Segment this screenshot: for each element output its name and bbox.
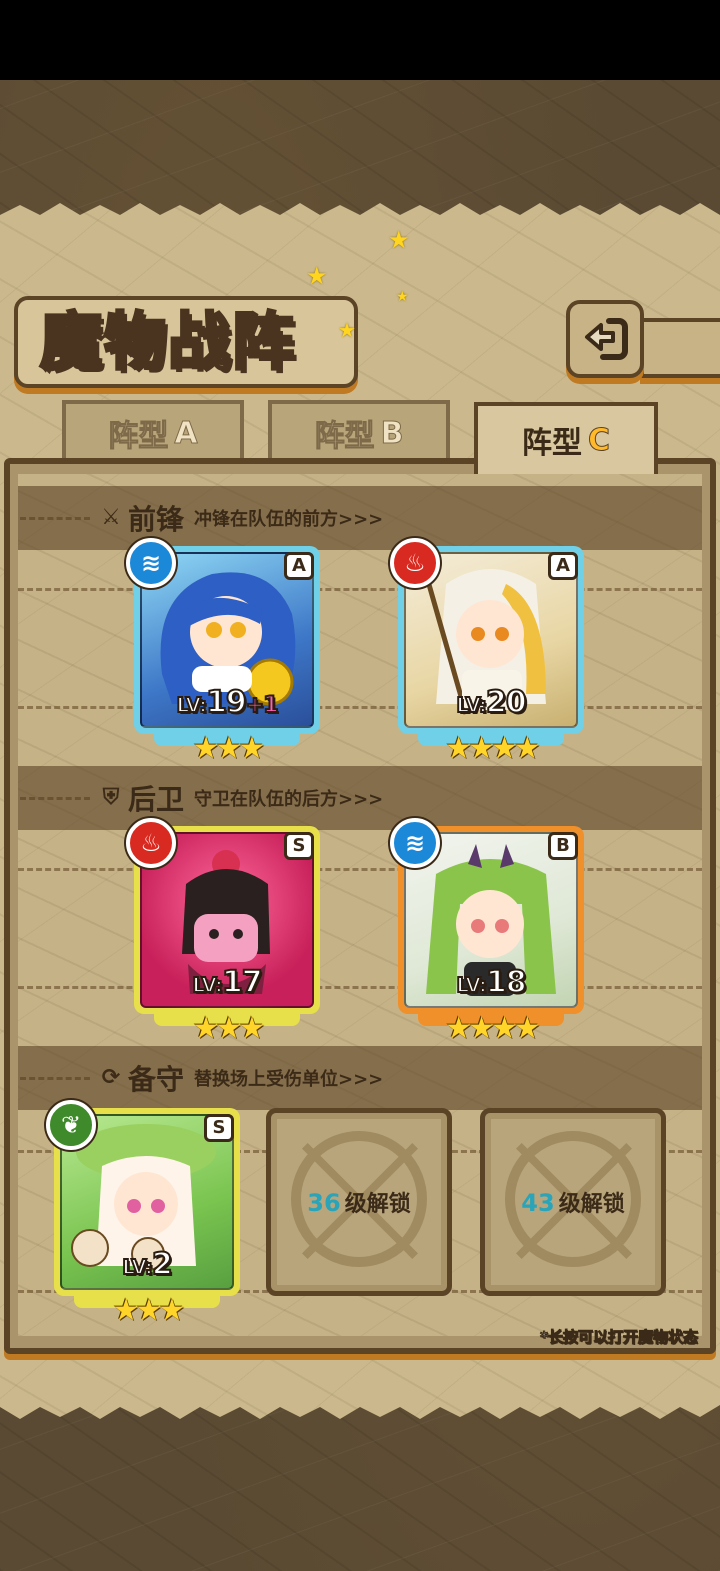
back-button-tail: [640, 318, 720, 378]
monster-level: LV:19+1: [175, 684, 279, 721]
monster-card-front-2[interactable]: A ♨ LV:20 ★★★★: [390, 538, 584, 766]
rank-badge: A: [548, 552, 578, 580]
divider: [20, 796, 90, 800]
divider: [20, 516, 90, 520]
front-section-header: ⚔ 前锋 冲锋在队伍的前方>>>: [20, 498, 700, 538]
front-section-subtitle: 冲锋在队伍的前方>>>: [194, 509, 384, 530]
locked-slot-1[interactable]: 36 级解锁: [266, 1108, 452, 1296]
status-bar: [0, 0, 720, 80]
monster-level: LV:18: [455, 964, 527, 1001]
sword-icon: ⚔: [101, 505, 121, 530]
unlock-requirement: 43 级解锁: [521, 1189, 625, 1217]
sparkle-star-icon: ★: [306, 262, 328, 290]
nature-element-icon: ❦: [46, 1100, 96, 1150]
sparkle-star-icon: ★: [388, 226, 410, 254]
star-rating: ★★★: [192, 1011, 266, 1046]
rank-badge: A: [284, 552, 314, 580]
fire-element-icon: ♨: [390, 538, 440, 588]
tab-label: 阵型: [108, 419, 169, 455]
tab-suffix: A: [174, 415, 198, 451]
rank-badge: B: [548, 832, 578, 860]
monster-card-back-1[interactable]: S ♨ LV:17 ★★★: [126, 818, 320, 1046]
star-rating: ★★★★: [445, 731, 541, 766]
star-rating: ★★★: [112, 1293, 186, 1328]
back-section-title: 后卫: [128, 783, 185, 816]
row-guideline: [18, 588, 702, 591]
sparkle-star-icon: ★: [396, 289, 409, 305]
water-element-icon: ≋: [126, 538, 176, 588]
monster-card-reserve-1[interactable]: S ❦ LV:2 ★★★: [46, 1100, 240, 1328]
fire-element-icon: ♨: [126, 818, 176, 868]
back-button[interactable]: [566, 300, 644, 378]
tab-formation-c[interactable]: 阵型 C: [474, 402, 658, 474]
tab-formation-b[interactable]: 阵型 B: [268, 400, 450, 462]
page-title: 魔物战阵: [39, 304, 297, 380]
row-guideline: [18, 706, 702, 709]
back-section-header: ⛨ 后卫 守卫在队伍的后方>>>: [20, 778, 700, 818]
back-section-subtitle: 守卫在队伍的后方>>>: [194, 789, 384, 810]
reserve-section-header: ⟳ 备守 替换场上受伤单位>>>: [20, 1058, 700, 1098]
tab-label: 阵型: [314, 419, 375, 455]
star-rating: ★★★★: [445, 1011, 541, 1046]
monster-level: LV:2: [121, 1246, 173, 1283]
reserve-section-title: 备守: [128, 1063, 185, 1096]
monster-level: LV:20: [455, 684, 527, 721]
rank-badge: S: [284, 832, 314, 860]
star-rating: ★★★: [192, 731, 266, 766]
row-guideline: [18, 868, 702, 871]
unlock-requirement: 36 级解锁: [307, 1189, 411, 1217]
water-element-icon: ≋: [390, 818, 440, 868]
divider: [20, 1076, 90, 1080]
front-section-title: 前锋: [128, 503, 185, 536]
locked-slot-2[interactable]: 43 级解锁: [480, 1108, 666, 1296]
tab-label: 阵型: [521, 426, 582, 461]
monster-level: LV:17: [191, 964, 263, 1001]
refresh-icon: ⟳: [101, 1065, 121, 1090]
shield-icon: ⛨: [102, 785, 120, 810]
reserve-section-subtitle: 替换场上受伤单位>>>: [194, 1069, 384, 1090]
back-arrow-icon: [585, 318, 628, 360]
monster-card-back-2[interactable]: B ≋ LV:18 ★★★★: [390, 818, 584, 1046]
row-guideline: [18, 986, 702, 989]
tab-suffix: C: [587, 422, 611, 458]
long-press-hint: *长按可以打开魔物状态: [540, 1328, 699, 1347]
tab-suffix: B: [380, 415, 404, 451]
tab-formation-a[interactable]: 阵型 A: [62, 400, 244, 462]
sparkle-star-icon: ★: [338, 318, 356, 342]
rank-badge: S: [204, 1114, 234, 1142]
monster-card-front-1[interactable]: A ≋ LV:19+1 ★★★: [126, 538, 320, 766]
